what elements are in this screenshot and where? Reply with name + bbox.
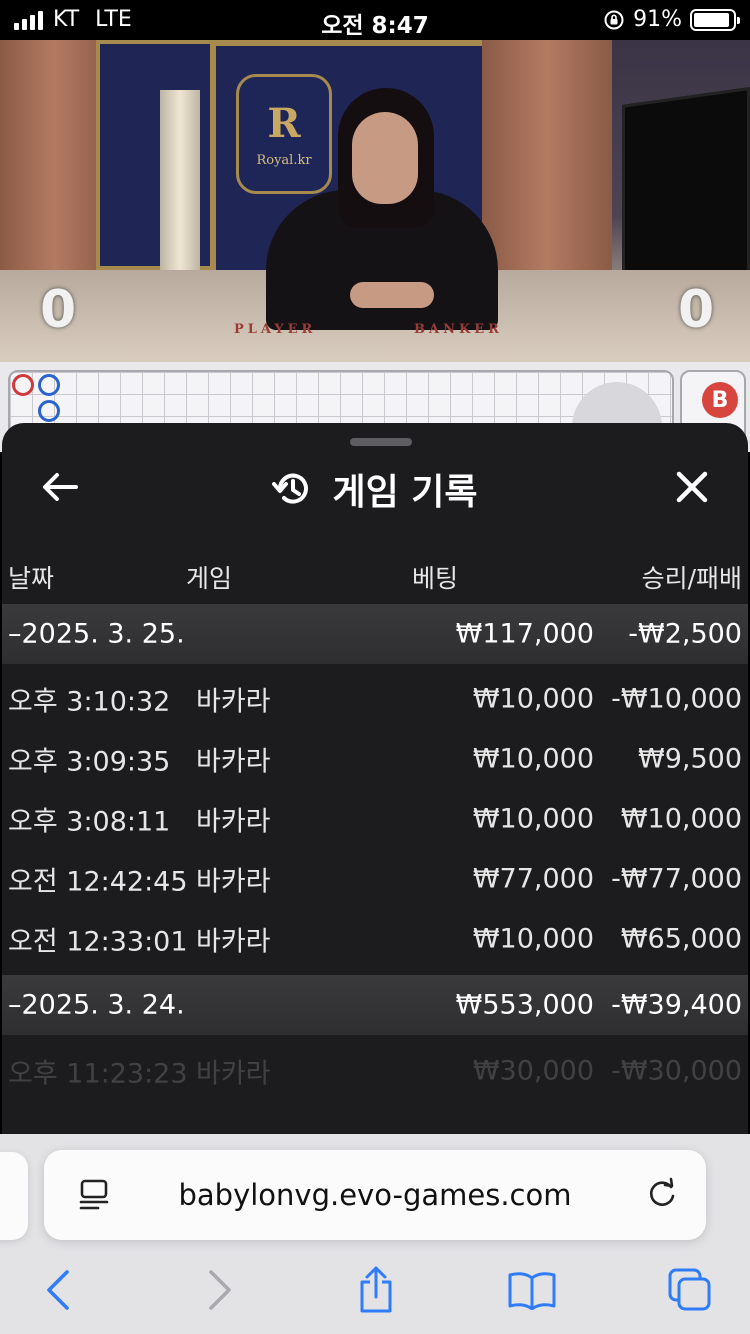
status-bar: KT LTE 오전 8:47 91% [0,0,750,40]
group-date: –2025. 3. 25. [8,618,185,650]
row-bet: ₩10,000 [472,923,594,955]
bookmarks-icon [508,1272,556,1310]
banker-label: BANKER [414,322,503,337]
history-row[interactable]: 오전 12:33:01 바카라 ₩10,000 ₩65,000 [2,909,748,969]
row-bet: ₩77,000 [472,863,594,895]
status-right: 91% [603,7,740,32]
row-time: 오후 11:23:23 [8,1058,188,1090]
row-bet: ₩10,000 [472,743,594,775]
tabs-button[interactable] [660,1266,720,1314]
bead-banker [12,374,34,396]
banker-marker: B [702,382,738,418]
close-button[interactable] [672,467,712,507]
row-bet: ₩10,000 [472,803,594,835]
live-dealer-video[interactable]: R Royal.kr PLAYER BANKER 0 0 [0,40,750,362]
royal-crest-logo: R Royal.kr [236,74,332,194]
history-row[interactable]: 오후 3:10:32 바카라 ₩10,000 -₩10,000 [2,669,748,729]
player-score: 0 [40,280,77,340]
sheet-header: 게임 기록 [2,463,748,515]
back-nav-button[interactable] [28,1266,88,1314]
row-game: 바카라 [196,806,271,838]
close-icon [676,471,708,503]
row-game: 바카라 [196,866,271,898]
row-time: 오전 12:33:01 [8,926,188,958]
forward-nav-button[interactable] [190,1266,250,1314]
row-result: -₩77,000 [611,863,742,895]
battery-percent: 91% [633,7,682,32]
sheet-title: 게임 기록 [332,472,478,513]
curtain-left [0,40,110,270]
share-icon [360,1266,392,1313]
crest-brand: Royal.kr [256,153,312,168]
row-time: 오후 3:10:32 [8,686,171,718]
browser-toolbar: babylonvg.evo-games.com [0,1134,750,1334]
back-icon [47,1270,69,1310]
share-button[interactable] [346,1266,406,1314]
row-time: 오전 12:42:45 [8,866,188,898]
battery-fill [694,12,729,27]
side-monitor [622,87,750,291]
row-result: -₩30,000 [611,1055,742,1087]
bead-player [38,400,60,422]
row-game: 바카라 [196,746,271,778]
row-bet: ₩10,000 [472,683,594,715]
history-row[interactable]: 오전 12:42:45 바카라 ₩77,000 -₩77,000 [2,849,748,909]
crest-letter: R [267,100,301,147]
forward-icon [209,1270,231,1310]
group-total-bet: ₩117,000 [455,618,594,650]
previous-tab-peek[interactable] [0,1152,28,1240]
dealer-face [352,112,418,204]
row-time: 오후 3:08:11 [8,806,171,838]
player-label: PLAYER [234,322,317,337]
row-time: 오후 3:09:35 [8,746,171,778]
address-bar[interactable]: babylonvg.evo-games.com [44,1150,706,1240]
column-left [160,90,200,270]
bead-player [38,374,60,396]
column-header-game: 게임 [186,564,233,593]
group-total-bet: ₩553,000 [455,989,594,1021]
row-result: -₩10,000 [611,683,742,715]
row-result: ₩10,000 [620,803,742,835]
date-group-row[interactable]: –2025. 3. 25. ₩117,000 -₩2,500 [2,604,748,664]
history-row[interactable]: 오후 3:09:35 바카라 ₩10,000 ₩9,500 [2,729,748,789]
sheet-grabber[interactable] [350,438,412,446]
history-row[interactable]: 오후 3:08:11 바카라 ₩10,000 ₩10,000 [2,789,748,849]
row-bet: ₩30,000 [472,1055,594,1087]
date-group-row[interactable]: –2025. 3. 24. ₩553,000 -₩39,400 [2,975,748,1035]
battery-icon [690,8,740,31]
game-history-sheet: 게임 기록 날짜 게임 베팅 승리/패배 –2025. 3. 25. ₩117,… [2,423,748,1153]
curtain-right [482,40,612,270]
row-game: 바카라 [196,686,271,718]
orientation-lock-icon [604,10,624,29]
column-header-win-loss: 승리/패배 [641,564,742,593]
group-date: –2025. 3. 24. [8,989,185,1021]
row-result: ₩65,000 [620,923,742,955]
column-header-bet: 베팅 [412,564,459,593]
reload-icon[interactable] [644,1176,680,1212]
bookmarks-button[interactable] [502,1266,562,1314]
row-game: 바카라 [196,1058,271,1090]
row-result: ₩9,500 [638,743,742,775]
history-row[interactable]: 오후 11:23:23 바카라 ₩30,000 -₩30,000 [2,1041,748,1101]
tabs-icon [668,1268,711,1311]
column-header-date: 날짜 [8,564,55,593]
dealer-hands [350,282,434,308]
banker-score: 0 [678,280,715,340]
group-total-result: -₩2,500 [628,618,742,650]
row-game: 바카라 [196,926,271,958]
url-text[interactable]: babylonvg.evo-games.com [44,1178,706,1212]
history-icon [272,473,309,504]
group-total-result: -₩39,400 [611,989,742,1021]
